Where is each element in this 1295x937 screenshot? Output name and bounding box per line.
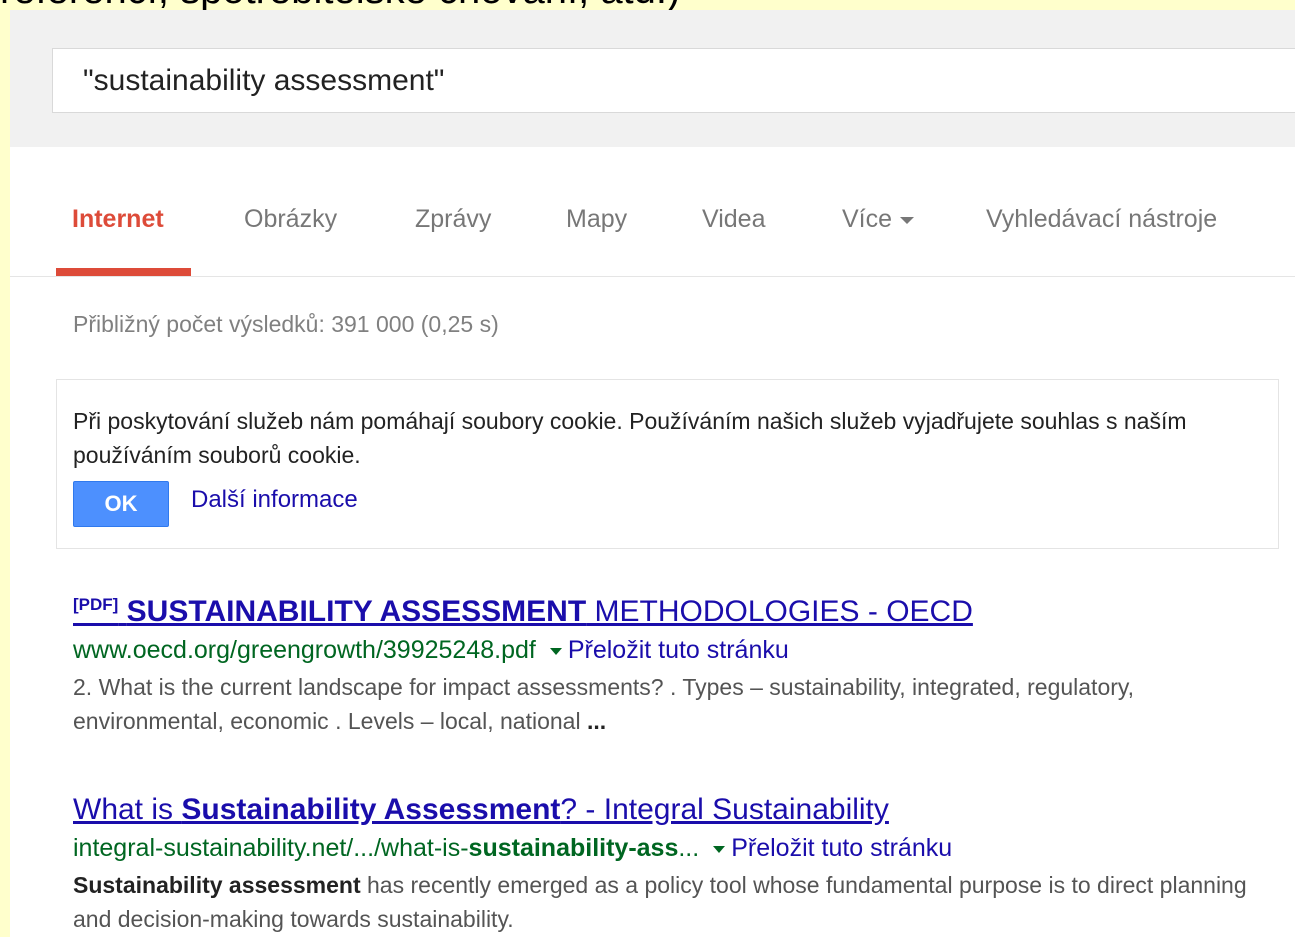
tab-search-tools[interactable]: Vyhledávací nástroje bbox=[986, 204, 1217, 234]
slide-caption: referencí, spotřebitelské chování, atd.) bbox=[0, 0, 680, 10]
result-title-bold: SUSTAINABILITY ASSESSMENT bbox=[126, 595, 587, 628]
tab-more[interactable]: Více bbox=[842, 204, 915, 234]
result-snippet: 2. What is the current landscape for imp… bbox=[73, 670, 1283, 738]
tab-images[interactable]: Obrázky bbox=[244, 204, 337, 234]
result-title-link[interactable]: What is Sustainability Assessment? - Int… bbox=[73, 792, 1283, 828]
caret-down-icon[interactable] bbox=[713, 845, 726, 853]
search-result: [PDF] SUSTAINABILITY ASSESSMENT METHODOL… bbox=[73, 587, 1283, 738]
result-title-b: ? - Integral Sustainability bbox=[560, 793, 889, 826]
search-tabs: Internet Obrázky Zprávy Mapy Videa Více … bbox=[10, 147, 1295, 277]
result-url-b: ... bbox=[678, 834, 700, 862]
search-result: What is Sustainability Assessment? - Int… bbox=[73, 792, 1283, 936]
tab-internet[interactable]: Internet bbox=[72, 204, 164, 234]
chevron-down-icon bbox=[900, 216, 915, 224]
result-url-bold: sustainability-ass bbox=[468, 834, 679, 862]
result-url-a: integral-sustainability.net/.../what-is- bbox=[73, 834, 469, 862]
tab-videos[interactable]: Videa bbox=[702, 204, 766, 234]
result-snippet: Sustainability assessment has recently e… bbox=[73, 868, 1283, 936]
result-url-line: www.oecd.org/greengrowth/39925248.pdf Pře… bbox=[73, 635, 1283, 665]
result-url-line: integral-sustainability.net/.../what-is-… bbox=[73, 833, 1283, 863]
tab-more-label: Více bbox=[842, 205, 893, 233]
result-url: www.oecd.org/greengrowth/39925248.pdf bbox=[73, 636, 536, 664]
translate-link[interactable]: Přeložit tuto stránku bbox=[731, 834, 952, 862]
cookie-text: Při poskytování služeb nám pomáhají soub… bbox=[73, 408, 1187, 468]
cookie-more-info-link[interactable]: Další informace bbox=[191, 486, 358, 514]
snippet-ellipsis: ... bbox=[586, 708, 607, 734]
search-header: "sustainability assessment" bbox=[10, 10, 1295, 147]
result-stats: Přibližný počet výsledků: 391 000 (0,25 … bbox=[73, 311, 499, 337]
result-title-a: What is bbox=[73, 793, 182, 826]
search-results-page: "sustainability assessment" Internet Obr… bbox=[10, 10, 1295, 937]
active-tab-indicator bbox=[56, 268, 191, 276]
cookie-ok-button[interactable]: OK bbox=[73, 481, 169, 527]
tab-news[interactable]: Zprávy bbox=[415, 204, 491, 234]
result-title-bold: Sustainability Assessment bbox=[181, 793, 561, 826]
pdf-tag: [PDF] bbox=[73, 595, 119, 614]
result-title-rest: METHODOLOGIES - OECD bbox=[586, 595, 973, 628]
caret-down-icon[interactable] bbox=[549, 647, 562, 655]
tab-maps[interactable]: Mapy bbox=[566, 204, 627, 234]
snippet-bold: Sustainability assessment bbox=[73, 872, 361, 898]
slide-background-text: referencí, spotřebitelské chování, atd.) bbox=[0, 0, 1295, 10]
search-input[interactable]: "sustainability assessment" bbox=[52, 48, 1295, 113]
translate-link[interactable]: Přeložit tuto stránku bbox=[568, 636, 789, 664]
cookie-notice: Při poskytování služeb nám pomáhají soub… bbox=[56, 379, 1279, 549]
result-title-link[interactable]: [PDF] SUSTAINABILITY ASSESSMENT METHODOL… bbox=[73, 587, 1283, 630]
